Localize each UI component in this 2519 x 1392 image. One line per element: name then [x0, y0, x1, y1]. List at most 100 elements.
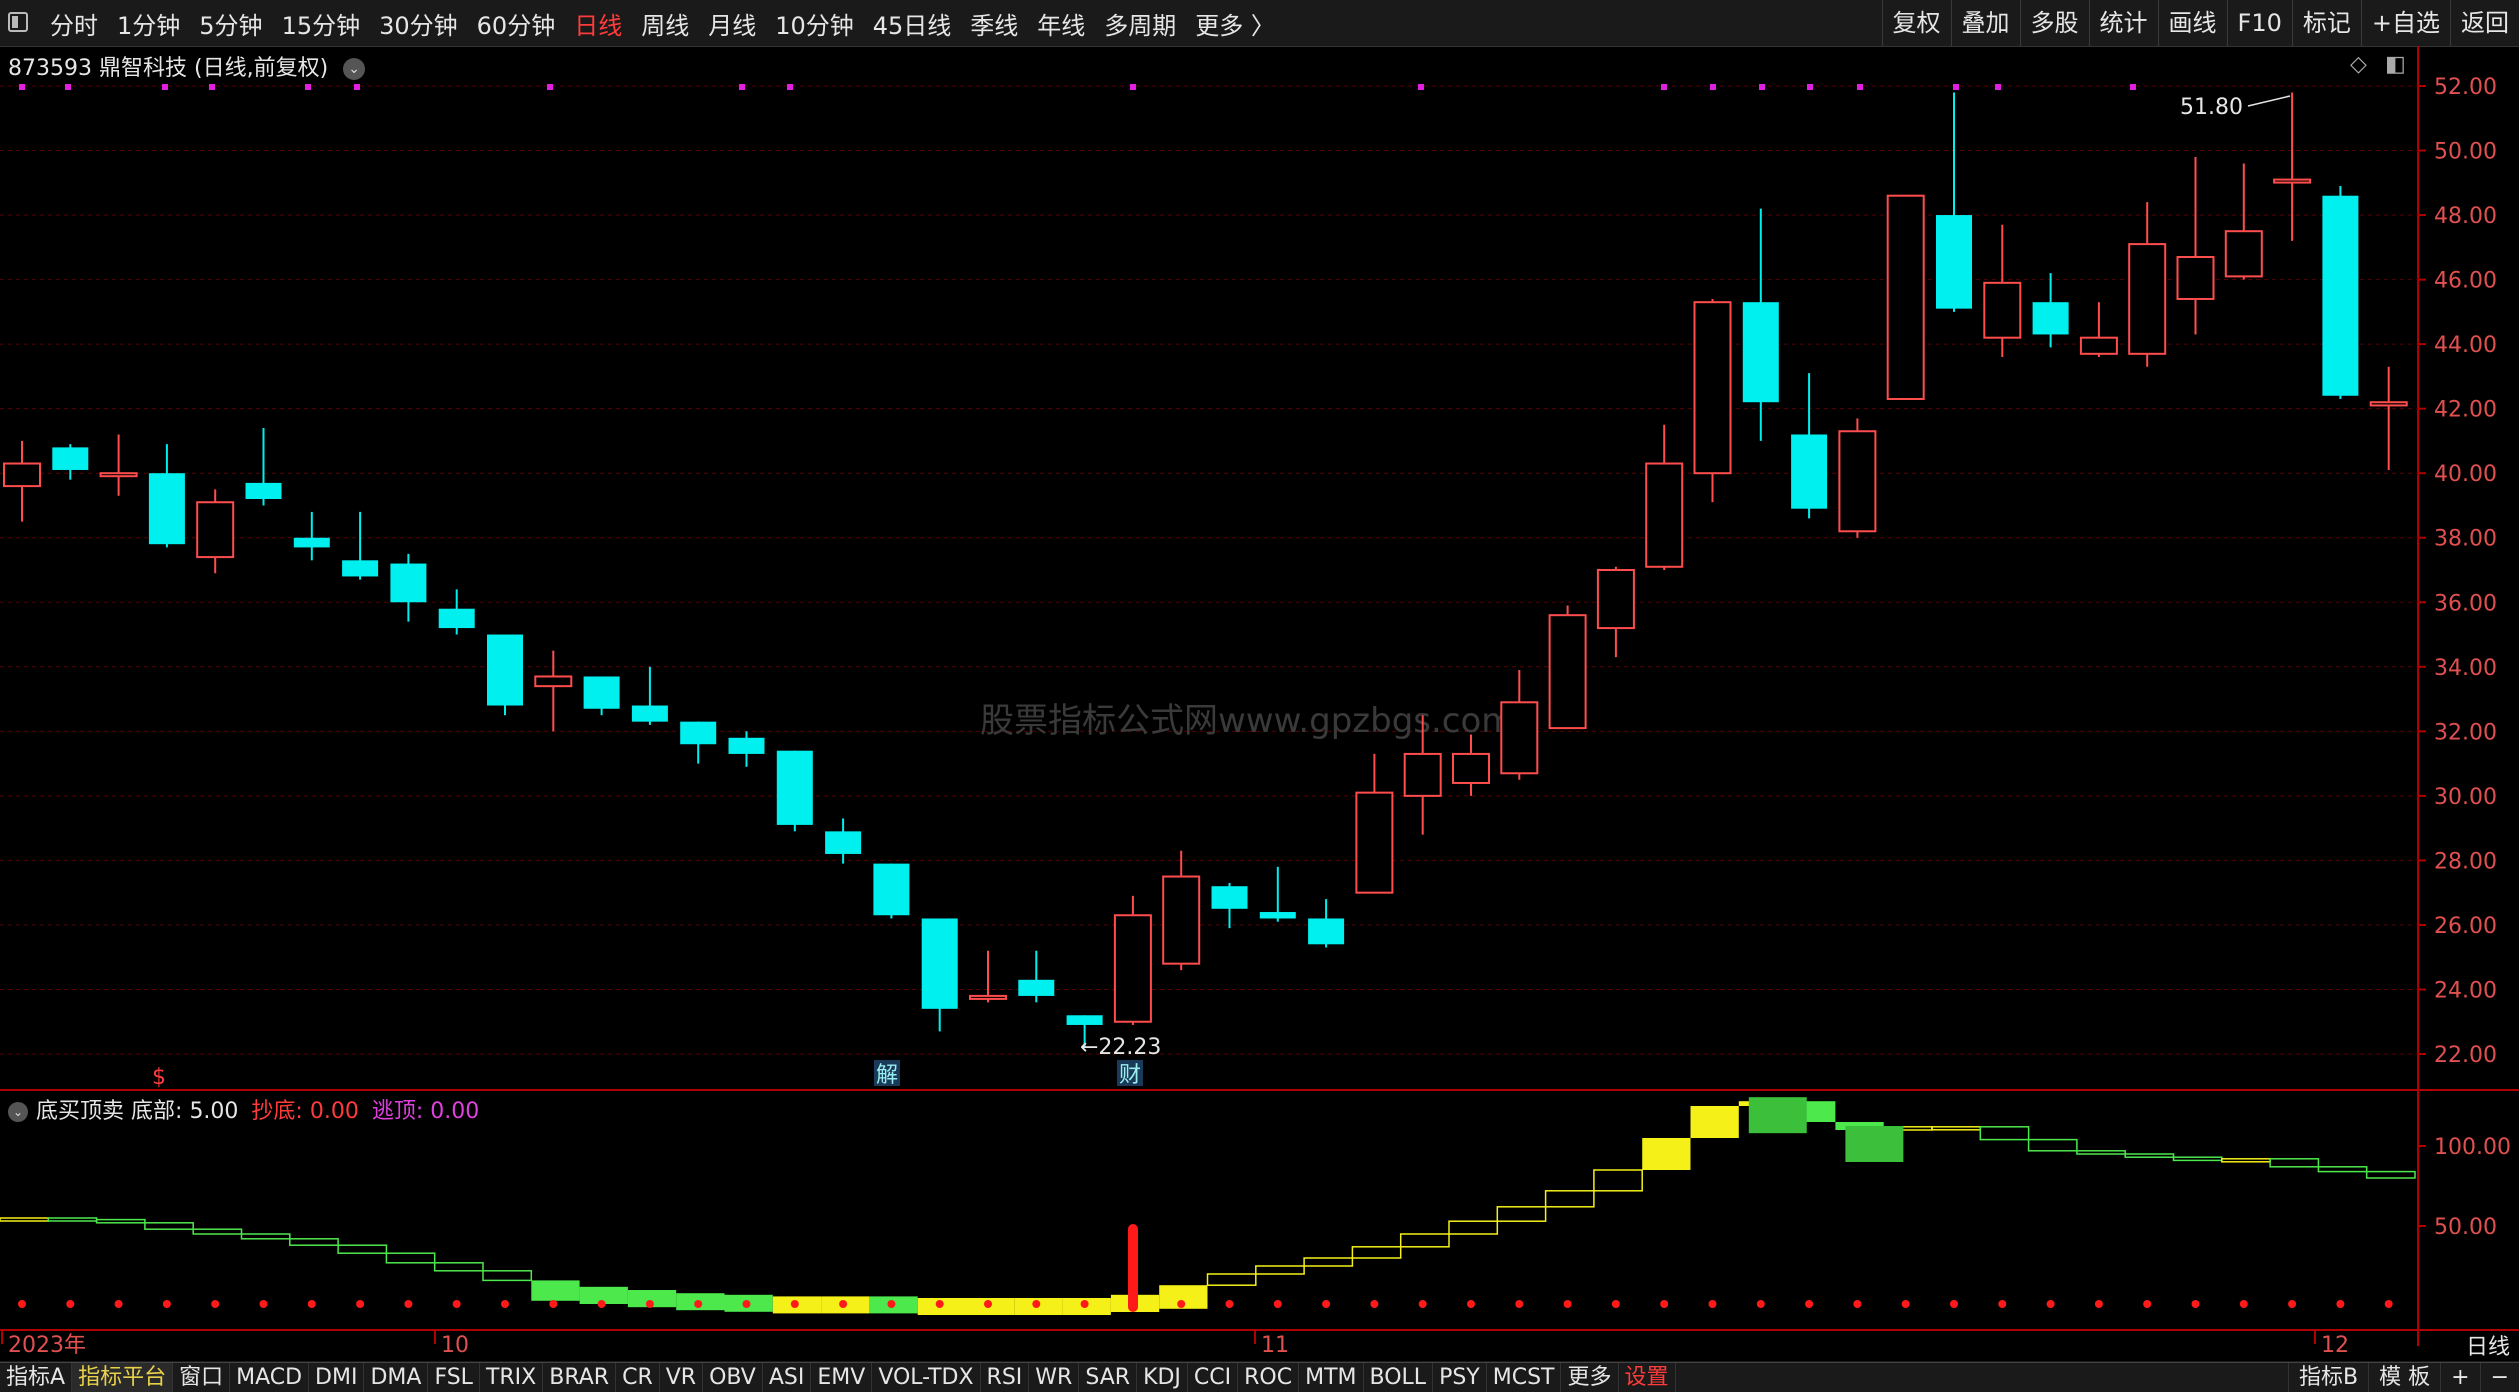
candle-body-down — [1936, 215, 1972, 309]
indicator-step — [289, 1238, 339, 1246]
indicator-tab[interactable]: BRAR — [543, 1363, 617, 1392]
candle-body-up — [1500, 701, 1539, 775]
price-tick-label: 34.00 — [2434, 656, 2497, 681]
period-tab[interactable]: 30分钟 — [379, 6, 458, 41]
bottom-right-button[interactable]: 指标B — [2288, 1363, 2368, 1392]
period-tab[interactable]: 更多 〉 — [1195, 6, 1275, 41]
signal-dot — [1953, 84, 1959, 90]
bottom-right-tabs: 指标B 模 板 + − — [2288, 1363, 2519, 1392]
indicator-tab[interactable]: ROC — [1238, 1363, 1300, 1392]
indicator-tab[interactable]: 窗口 — [173, 1363, 231, 1392]
signal-dot — [1857, 84, 1863, 90]
candle-body-down — [825, 831, 862, 854]
indicator-value-sell: 0.00 — [430, 1099, 480, 1124]
period-tab[interactable]: 15分钟 — [282, 6, 361, 41]
indicator-tab[interactable]: CCI — [1188, 1363, 1239, 1392]
indicator-tab[interactable]: OBV — [703, 1363, 763, 1392]
indicator-step — [2076, 1150, 2126, 1155]
indicator-step — [385, 1252, 436, 1264]
signal-dot — [354, 84, 360, 90]
indicator-tab[interactable]: WR — [1029, 1363, 1080, 1392]
baseline-dot — [1708, 1300, 1717, 1308]
price-tick-label: 48.00 — [2434, 204, 2497, 229]
period-tab[interactable]: 60分钟 — [477, 6, 556, 41]
signal-dot — [739, 84, 745, 90]
period-tab[interactable]: 多周期 — [1104, 6, 1176, 41]
toolbar-button[interactable]: F10 — [2226, 0, 2292, 46]
period-tab[interactable]: 日线 — [574, 6, 622, 41]
period-tab[interactable]: 季线 — [970, 6, 1018, 41]
candle-body-up — [1113, 914, 1152, 1023]
toolbar-button[interactable]: 返回 — [2450, 0, 2519, 46]
toolbar-button[interactable]: 标记 — [2291, 0, 2361, 46]
baseline-dot — [1177, 1300, 1186, 1308]
indicator-tab[interactable]: PSY — [1433, 1363, 1487, 1392]
indicator-step — [2172, 1156, 2223, 1162]
toolbar-button[interactable]: 统计 — [2088, 0, 2158, 46]
period-tab[interactable]: 45日线 — [873, 6, 952, 41]
indicator-tab[interactable]: SAR — [1079, 1363, 1138, 1392]
baseline-dot — [2046, 1300, 2055, 1308]
indicator-tab[interactable]: 设置 — [1619, 1363, 1676, 1392]
bottom-right-button[interactable]: + — [2440, 1363, 2479, 1392]
baseline-dot — [597, 1300, 606, 1308]
toolbar-button[interactable]: 复权 — [1881, 0, 1951, 46]
candle-body-up — [2079, 336, 2118, 355]
period-tab[interactable]: 分时 — [50, 6, 98, 41]
candle-body-down — [293, 537, 330, 548]
chevron-down-icon[interactable]: ⌄ — [8, 1102, 28, 1122]
indicator-tab[interactable]: DMI — [309, 1363, 365, 1392]
baseline-dot — [1563, 1300, 1572, 1308]
period-tab[interactable]: 周线 — [641, 6, 689, 41]
indicator-step — [95, 1218, 146, 1224]
bottom-right-button[interactable]: 模 板 — [2368, 1363, 2440, 1392]
indicator-tab[interactable]: MACD — [230, 1363, 310, 1392]
candle-body-down — [776, 750, 813, 825]
candle-body-down — [583, 676, 620, 709]
indicator-title: ⌄ 底买顶卖 底部: 5.00 抄底: 0.00 逃顶: 0.00 — [8, 1093, 479, 1125]
indicator-tab[interactable]: VR — [660, 1363, 704, 1392]
indicator-step — [1399, 1233, 1450, 1248]
indicator-step — [433, 1262, 484, 1272]
indicator-tab[interactable]: BOLL — [1364, 1363, 1434, 1392]
indicator-tab[interactable]: DMA — [364, 1363, 429, 1392]
indicator-tab[interactable]: MTM — [1299, 1363, 1364, 1392]
indicator-tab[interactable]: CR — [616, 1363, 660, 1392]
candle-body-up — [2369, 401, 2408, 407]
toolbar-button[interactable]: +自选 — [2360, 0, 2450, 46]
indicator-tab[interactable]: MCST — [1487, 1363, 1562, 1392]
price-chart[interactable]: 52.00 50.00 48.00 46.00 44.00 42.00 40.00 38.00… — [0, 46, 2519, 1362]
bottom-right-button[interactable]: − — [2479, 1363, 2519, 1392]
indicator-tab[interactable]: 指标平台 — [72, 1363, 174, 1392]
indicator-tab[interactable]: EMV — [811, 1363, 873, 1392]
period-tab[interactable]: 10分钟 — [775, 6, 854, 41]
toolbar-button[interactable]: 画线 — [2157, 0, 2227, 46]
baseline-dot — [259, 1300, 268, 1308]
candle-body-up — [2224, 230, 2263, 278]
period-tab[interactable]: 年线 — [1037, 6, 1085, 41]
toolbar-button[interactable]: 叠加 — [1950, 0, 2020, 46]
indicator-tab[interactable]: VOL-TDX — [872, 1363, 981, 1392]
indicator-tab[interactable]: 指标A — [0, 1363, 73, 1392]
baseline-dot — [1322, 1300, 1331, 1308]
toolbar-button[interactable]: 多股 — [2019, 0, 2089, 46]
indicator-tab[interactable]: 更多 — [1561, 1363, 1619, 1392]
indicator-tab[interactable]: RSI — [981, 1363, 1030, 1392]
layout-toggle-icon[interactable] — [8, 12, 28, 32]
date-tick-label: 10 — [441, 1333, 469, 1358]
indicator-tab[interactable]: KDJ — [1137, 1363, 1188, 1392]
period-tab[interactable]: 5分钟 — [199, 6, 262, 41]
candle-body-down — [52, 447, 89, 470]
price-tick-label: 22.00 — [2434, 1043, 2497, 1068]
period-tab[interactable]: 月线 — [708, 6, 756, 41]
price-tick-label: 30.00 — [2434, 785, 2497, 810]
indicator-tab[interactable]: FSL — [428, 1363, 480, 1392]
indicator-step — [337, 1244, 388, 1254]
indicator-tab[interactable]: TRIX — [480, 1363, 544, 1392]
period-tab[interactable]: 1分钟 — [117, 6, 180, 41]
candle-body-down — [148, 473, 185, 545]
price-tick-label: 24.00 — [2434, 978, 2497, 1003]
indicator-tab[interactable]: ASI — [763, 1363, 812, 1392]
baseline-dot — [404, 1300, 413, 1308]
candle-body-up — [1596, 569, 1635, 630]
